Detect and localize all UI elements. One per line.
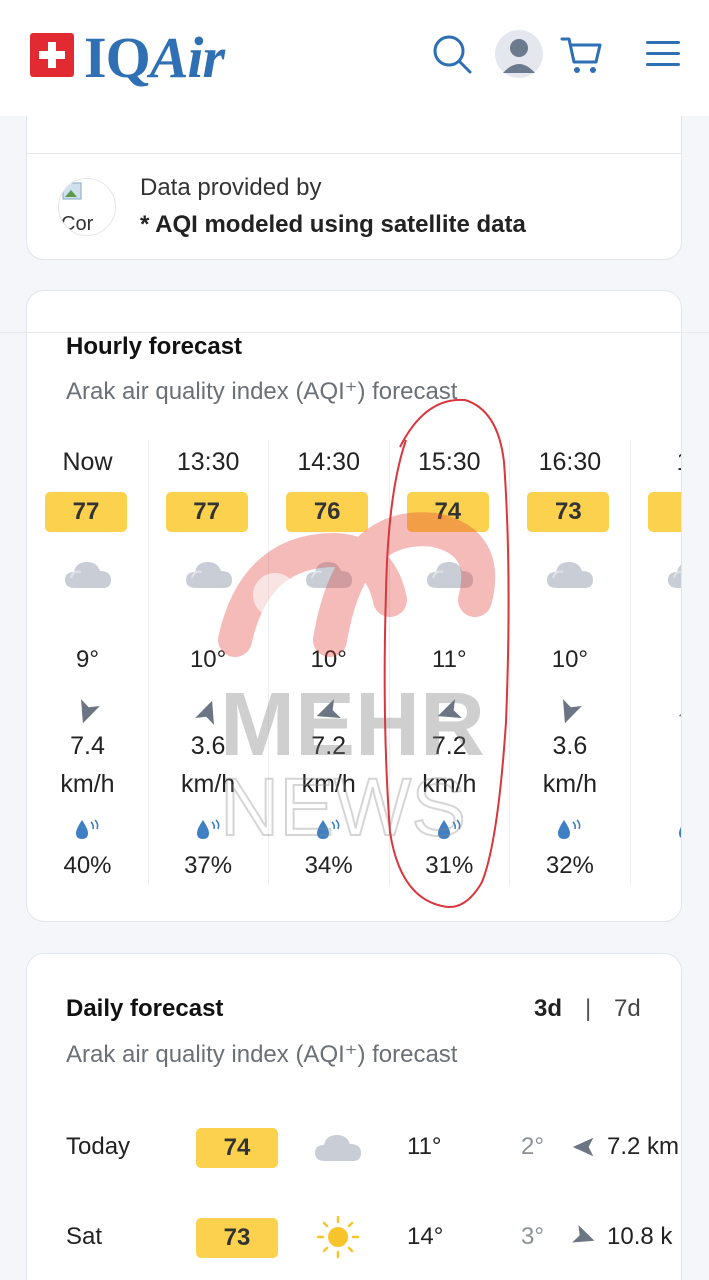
daily-forecast-list: Today 74 11° 2° 7.2 km Sat 73 14° 3° 10.8 k	[27, 0, 681, 1280]
aqi-badge: 73	[196, 1218, 278, 1258]
search-icon[interactable]	[428, 30, 476, 78]
user-avatar-icon[interactable]	[494, 29, 544, 79]
high-temperature: 14°	[407, 1223, 444, 1250]
day-label: Sat	[66, 1223, 103, 1250]
wind-speed: 10.8 k	[607, 1223, 673, 1250]
hamburger-menu-icon[interactable]	[644, 38, 682, 70]
cart-icon[interactable]	[558, 30, 606, 78]
wind-direction-icon	[572, 1225, 595, 1243]
swiss-flag-logo-icon[interactable]	[30, 33, 74, 77]
brand-suffix: Air	[149, 25, 225, 90]
sun-icon	[316, 1215, 360, 1264]
top-navigation-bar: IQAir	[0, 0, 709, 116]
daily-row[interactable]: Sat 73 14° 3° 10.8 k	[27, 0, 681, 1280]
brand-prefix: IQ	[84, 25, 151, 90]
low-temperature: 3°	[521, 1223, 544, 1250]
iqair-logo[interactable]: IQAir	[84, 24, 225, 91]
